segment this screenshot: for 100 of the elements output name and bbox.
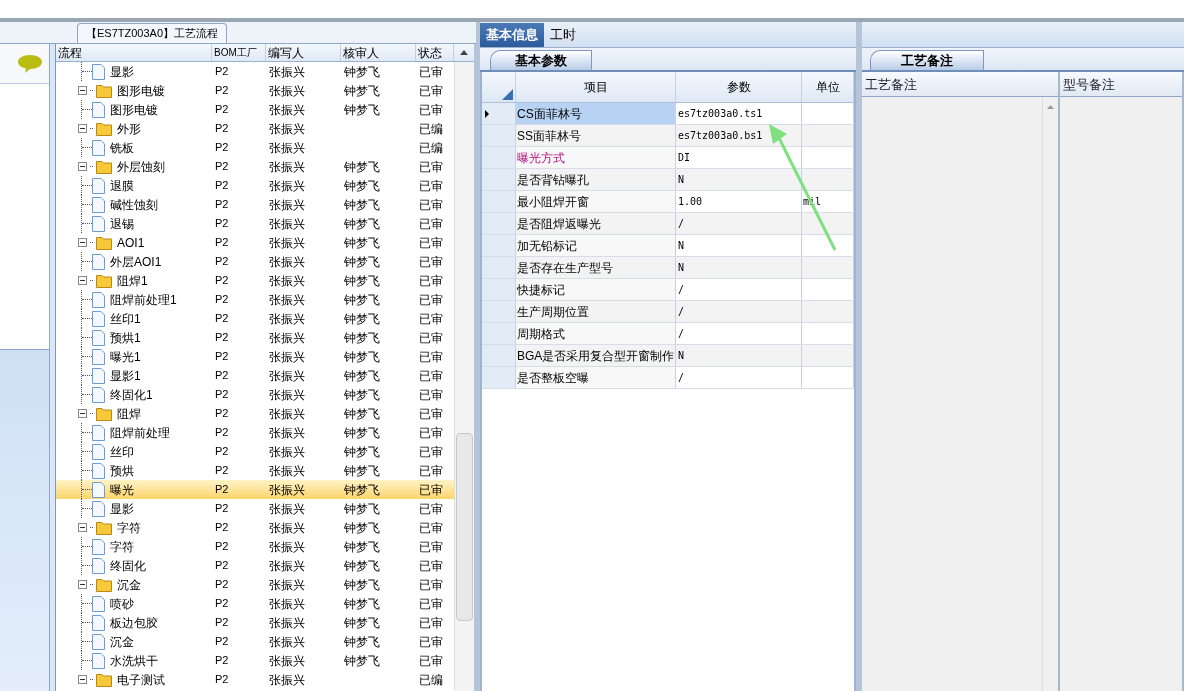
scrollbar[interactable]	[454, 62, 474, 691]
tree-row[interactable]: 外形 P2 张振兴 已编	[56, 119, 454, 138]
folder-icon	[96, 235, 112, 250]
tree-row[interactable]: 铣板 P2 张振兴 已编	[56, 138, 454, 157]
document-icon	[92, 101, 105, 118]
column-header[interactable]: 状态	[416, 44, 454, 61]
column-header[interactable]: 核审人	[341, 44, 416, 61]
tree-row[interactable]: 板边包胶 P2 张振兴 钟梦飞 已审	[56, 613, 454, 632]
column-header[interactable]: 单位	[802, 72, 854, 102]
tree-row[interactable]: 阻焊前处理1 P2 张振兴 钟梦飞 已审	[56, 290, 454, 309]
tree-row[interactable]: 外层AOI1 P2 张振兴 钟梦飞 已审	[56, 252, 454, 271]
subtab[interactable]: 基本参数	[490, 50, 592, 70]
tree-row[interactable]: 退锡 P2 张振兴 钟梦飞 已审	[56, 214, 454, 233]
table-cell: 钟梦飞	[344, 577, 380, 592]
collapse-toggle[interactable]	[78, 409, 87, 418]
tree-item-label: 阻焊1	[117, 272, 148, 290]
document-icon	[92, 177, 105, 194]
speech-bubble-icon[interactable]	[17, 53, 43, 74]
tree-row[interactable]: 沉金 P2 张振兴 钟梦飞 已审	[56, 575, 454, 594]
collapse-toggle[interactable]	[78, 86, 87, 95]
table-cell: P2	[215, 616, 229, 629]
table-cell: 张振兴	[269, 197, 305, 212]
collapse-toggle[interactable]	[78, 162, 87, 171]
tree-row[interactable]: 碱性蚀刻 P2 张振兴 钟梦飞 已审	[56, 195, 454, 214]
tree-row[interactable]: 图形电镀 P2 张振兴 钟梦飞 已审	[56, 81, 454, 100]
tree-row[interactable]: 预烘1 P2 张振兴 钟梦飞 已审	[56, 328, 454, 347]
subtab[interactable]: 工艺备注	[870, 50, 984, 70]
table-cell: 钟梦飞	[344, 330, 380, 345]
tree-item-label: 显影	[110, 500, 134, 518]
table-cell: 已审	[419, 216, 443, 231]
tree-row[interactable]: 字符 P2 张振兴 钟梦飞 已审	[56, 518, 454, 537]
tree-row[interactable]: 显影1 P2 张振兴 钟梦飞 已审	[56, 366, 454, 385]
tree-row[interactable]: AOI1 P2 张振兴 钟梦飞 已审	[56, 233, 454, 252]
folder-icon	[96, 273, 112, 288]
tree-item-label: 丝印1	[110, 310, 141, 328]
table-cell-text: CS面菲林号	[517, 105, 582, 123]
scroll-up-icon[interactable]	[460, 50, 468, 55]
tree-row[interactable]: 字符 P2 张振兴 钟梦飞 已审	[56, 537, 454, 556]
column-header[interactable]: BOM工厂	[212, 44, 266, 61]
tree-row[interactable]: 显影 P2 张振兴 钟梦飞 已审	[56, 499, 454, 518]
tree-item-label: 曝光1	[110, 348, 141, 366]
collapse-toggle[interactable]	[78, 124, 87, 133]
column-header[interactable]: 编写人	[266, 44, 341, 61]
table-cell: 已审	[419, 634, 443, 649]
collapse-toggle[interactable]	[78, 276, 87, 285]
table-cell-text: 是否阻焊返曝光	[517, 215, 601, 233]
tree-row[interactable]: 曝光1 P2 张振兴 钟梦飞 已审	[56, 347, 454, 366]
document-icon	[92, 614, 105, 631]
tree-item-label: 字符	[110, 538, 134, 556]
tree-item-label: 预烘1	[110, 329, 141, 347]
table-cell-text: 快捷标记	[517, 281, 565, 299]
column-header[interactable]: 流程	[56, 44, 212, 61]
table-cell-text: 周期格式	[517, 325, 565, 343]
table-cell: P2	[215, 331, 229, 344]
document-icon	[92, 633, 105, 650]
table-cell: 张振兴	[269, 235, 305, 250]
table-cell: 张振兴	[269, 349, 305, 364]
tree-row[interactable]: 阻焊1 P2 张振兴 钟梦飞 已审	[56, 271, 454, 290]
folder-icon	[96, 672, 112, 687]
table-cell: 已编	[419, 140, 443, 155]
table-cell: 钟梦飞	[344, 349, 380, 364]
tree-item-label: 图形电镀	[110, 101, 158, 119]
column-header[interactable]: 项目	[516, 72, 676, 102]
collapse-toggle[interactable]	[78, 675, 87, 684]
tree-row[interactable]: 丝印 P2 张振兴 钟梦飞 已审	[56, 442, 454, 461]
table-cell: 张振兴	[269, 330, 305, 345]
tree-row[interactable]: 丝印1 P2 张振兴 钟梦飞 已审	[56, 309, 454, 328]
tree-row[interactable]: 终固化1 P2 张振兴 钟梦飞 已审	[56, 385, 454, 404]
tree-row[interactable]: 电子测试 P2 张振兴 已编	[56, 670, 454, 689]
column-header[interactable]: 工艺备注	[862, 72, 1058, 97]
table-cell: 张振兴	[269, 501, 305, 516]
table-cell: 钟梦飞	[344, 254, 380, 269]
row-header[interactable]	[482, 103, 516, 124]
collapse-toggle[interactable]	[78, 238, 87, 247]
tree-row[interactable]: 退膜 P2 张振兴 钟梦飞 已审	[56, 176, 454, 195]
tree-row[interactable]: 预烘 P2 张振兴 钟梦飞 已审	[56, 461, 454, 480]
tab[interactable]: 工时	[544, 23, 582, 47]
tree-row[interactable]: 沉金 P2 张振兴 钟梦飞 已审	[56, 632, 454, 651]
table-cell: 张振兴	[269, 254, 305, 269]
column-header[interactable]: 型号备注	[1060, 72, 1182, 97]
collapse-toggle[interactable]	[78, 523, 87, 532]
tree-row[interactable]: 水洗烘干 P2 张振兴 钟梦飞 已审	[56, 651, 454, 670]
tree-row[interactable]: 阻焊 P2 张振兴 钟梦飞 已审	[56, 404, 454, 423]
table-cell-text: DI	[678, 151, 691, 165]
tree-row[interactable]: 终固化 P2 张振兴 钟梦飞 已审	[56, 556, 454, 575]
tree-row[interactable]: 曝光 P2 张振兴 钟梦飞 已审	[56, 480, 454, 499]
tree-row[interactable]: 喷砂 P2 张振兴 钟梦飞 已审	[56, 594, 454, 613]
tree-row[interactable]: 图形电镀 P2 张振兴 钟梦飞 已审	[56, 100, 454, 119]
column-header[interactable]: 参数	[676, 72, 802, 102]
table-cell: P2	[215, 84, 229, 97]
collapse-toggle[interactable]	[78, 580, 87, 589]
table-cell: P2	[215, 673, 229, 686]
tab[interactable]: 基本信息	[480, 23, 544, 47]
document-icon	[92, 329, 105, 346]
tree-row[interactable]: 外层蚀刻 P2 张振兴 钟梦飞 已审	[56, 157, 454, 176]
table-cell: 钟梦飞	[344, 178, 380, 193]
tree-row[interactable]: 阻焊前处理 P2 张振兴 钟梦飞 已审	[56, 423, 454, 442]
panel-title-tab[interactable]: 【ES7TZ003A0】工艺流程	[77, 23, 228, 43]
table-cell: 已审	[419, 539, 443, 554]
tree-row[interactable]: 显影 P2 张振兴 钟梦飞 已审	[56, 62, 454, 81]
